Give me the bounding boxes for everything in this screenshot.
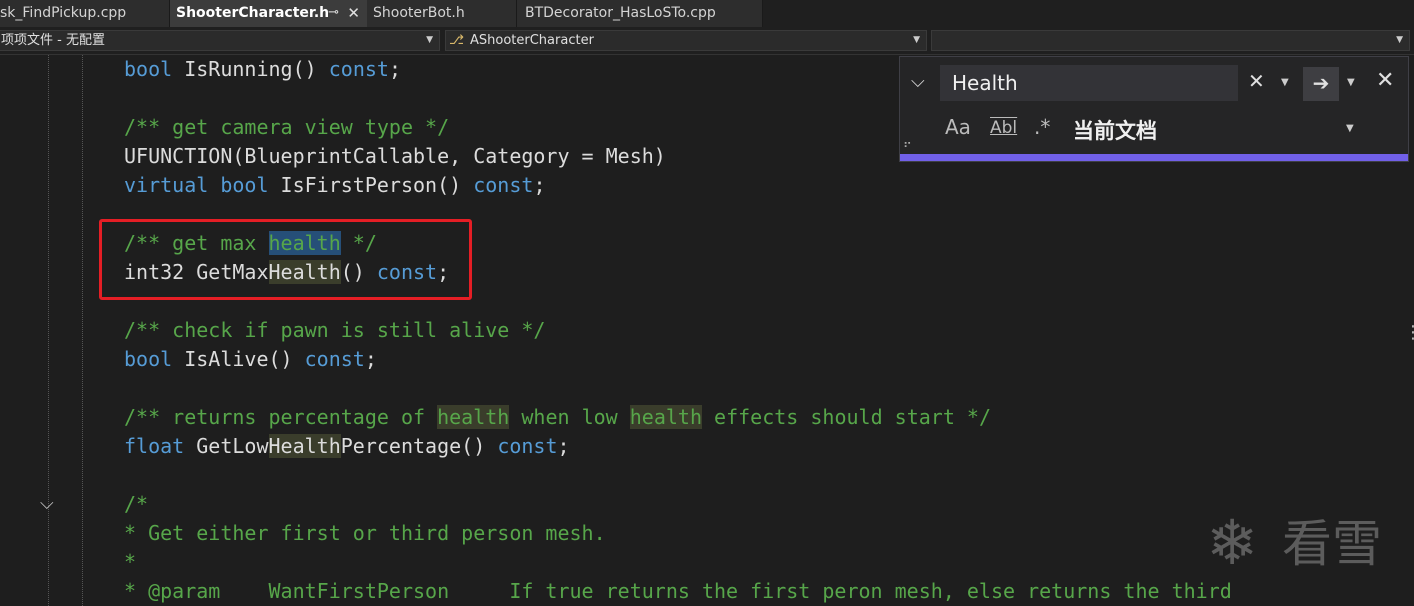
tab-btdecorator[interactable]: BTDecorator_HasLoSTo.cpp: [517, 0, 763, 27]
code-token: virtual: [124, 173, 209, 197]
watermark-text: 看雪: [1282, 515, 1382, 573]
class-dropdown[interactable]: ⎇ AShooterCharacter ▼: [445, 30, 927, 51]
code-token: const: [328, 57, 389, 81]
code-line[interactable]: /** returns percentage of health when lo…: [124, 403, 991, 432]
find-widget: ⌵ ✕ ▼ ➔ ▼ ✕ ⠖ Aa Abl .* 当前文档 ▼: [899, 56, 1409, 162]
tab-label: sk_FindPickup.cpp: [0, 5, 127, 21]
code-token: ;: [388, 57, 401, 81]
watermark: ❄ 看雪: [1206, 508, 1396, 580]
code-token: Health: [268, 434, 341, 458]
class-icon: ⎇: [449, 33, 464, 48]
code-token: IsAlive(): [172, 347, 305, 371]
navigation-bar: 项项文件 - 无配置 ▼ ⎇ AShooterCharacter ▼ ▼: [0, 27, 1414, 55]
code-token: IsRunning: [172, 57, 293, 81]
code-token: bool: [220, 173, 269, 197]
code-token: health: [629, 405, 702, 429]
code-token: const: [473, 173, 534, 197]
code-line[interactable]: bool IsAlive() const;: [124, 345, 377, 374]
search-history-dropdown-icon[interactable]: ▼: [1281, 77, 1289, 88]
code-token: /** check if pawn is still alive */: [124, 318, 546, 342]
code-token: effects should start */: [702, 405, 991, 429]
code-line[interactable]: /** check if pawn is still alive */: [124, 316, 545, 345]
code-token: bool: [124, 57, 173, 81]
code-token: ;: [557, 434, 570, 458]
code-line[interactable]: * Get either first or third person mesh.: [124, 519, 606, 548]
regex-toggle[interactable]: .*: [1034, 115, 1050, 139]
resize-grip-icon[interactable]: ⠖: [903, 137, 912, 151]
code-token: /** get camera view type */: [124, 115, 450, 139]
document-tab-bar: sk_FindPickup.cpp ShooterCharacter.h ⊸ ✕…: [0, 0, 1414, 27]
chevron-down-icon: ▼: [913, 35, 920, 45]
find-options-dropdown-icon[interactable]: ▼: [1347, 77, 1355, 88]
project-dropdown[interactable]: 项项文件 - 无配置 ▼: [0, 30, 440, 51]
code-token: health: [437, 405, 510, 429]
code-token: (): [292, 57, 317, 81]
chevron-down-icon[interactable]: ⌵: [911, 71, 925, 92]
close-icon[interactable]: ✕: [1376, 68, 1394, 93]
close-icon[interactable]: ✕: [347, 0, 360, 26]
clear-icon[interactable]: ✕: [1248, 69, 1265, 93]
code-token: ;: [364, 347, 377, 371]
overview-ruler-marker: ⋮: [1404, 322, 1414, 343]
find-input[interactable]: [940, 65, 1238, 101]
code-token: /*: [124, 492, 149, 516]
code-line[interactable]: bool IsRunning() const;: [124, 55, 401, 84]
code-token: * @param WantFirstPerson If true returns…: [124, 579, 1232, 603]
chevron-down-icon: ▼: [1396, 35, 1403, 45]
code-token: bool: [124, 347, 173, 371]
tab-label: ShooterBot.h: [373, 5, 465, 21]
match-case-toggle[interactable]: Aa: [945, 115, 971, 139]
search-scope-label[interactable]: 当前文档: [1073, 115, 1157, 145]
snowflake-icon: ❄: [1206, 506, 1258, 579]
code-line[interactable]: UFUNCTION(BlueprintCallable, Category = …: [124, 142, 666, 171]
tab-findpickup[interactable]: sk_FindPickup.cpp: [0, 0, 170, 27]
tab-shootercharacter[interactable]: ShooterCharacter.h ⊸ ✕: [170, 0, 367, 27]
tab-label: ShooterCharacter.h: [176, 5, 330, 21]
member-dropdown[interactable]: ▼: [931, 30, 1410, 51]
code-token: GetLow: [184, 434, 269, 458]
pin-icon[interactable]: ⊸: [328, 0, 339, 26]
code-token: Percentage(): [340, 434, 498, 458]
class-name-label: AShooterCharacter: [470, 33, 594, 48]
code-token: ;: [533, 173, 546, 197]
code-line[interactable]: /*: [124, 490, 148, 519]
find-next-button[interactable]: ➔: [1303, 67, 1339, 101]
code-line[interactable]: virtual bool IsFirstPerson() const;: [124, 171, 545, 200]
code-line[interactable]: *: [124, 548, 136, 577]
code-token: /** returns percentage of: [124, 405, 438, 429]
code-line[interactable]: * @param WantFirstPerson If true returns…: [124, 577, 1232, 606]
find-widget-accent-bar: [900, 154, 1408, 161]
code-token: * Get either first or third person mesh.: [124, 521, 606, 545]
chevron-down-icon[interactable]: ▼: [1346, 123, 1354, 134]
tab-shooterbot[interactable]: ShooterBot.h: [367, 0, 517, 27]
code-line[interactable]: float GetLowHealthPercentage() const;: [124, 432, 570, 461]
code-token: IsFirstPerson(): [268, 173, 474, 197]
code-token: const: [304, 347, 365, 371]
whole-word-toggle[interactable]: Abl: [990, 118, 1017, 138]
chevron-down-icon: ▼: [426, 35, 433, 45]
code-token: UFUNCTION(BlueprintCallable, Category = …: [124, 144, 666, 168]
annotation-highlight-box: [99, 219, 472, 300]
code-token: const: [497, 434, 558, 458]
fold-chevron-down-icon[interactable]: ⌵: [40, 493, 54, 514]
project-scope-label: 项项文件 - 无配置: [1, 33, 105, 48]
code-line[interactable]: /** get camera view type */: [124, 113, 449, 142]
code-token: when low: [509, 405, 630, 429]
tab-label: BTDecorator_HasLoSTo.cpp: [525, 5, 716, 21]
code-token: *: [124, 550, 137, 574]
code-token: float: [124, 434, 185, 458]
